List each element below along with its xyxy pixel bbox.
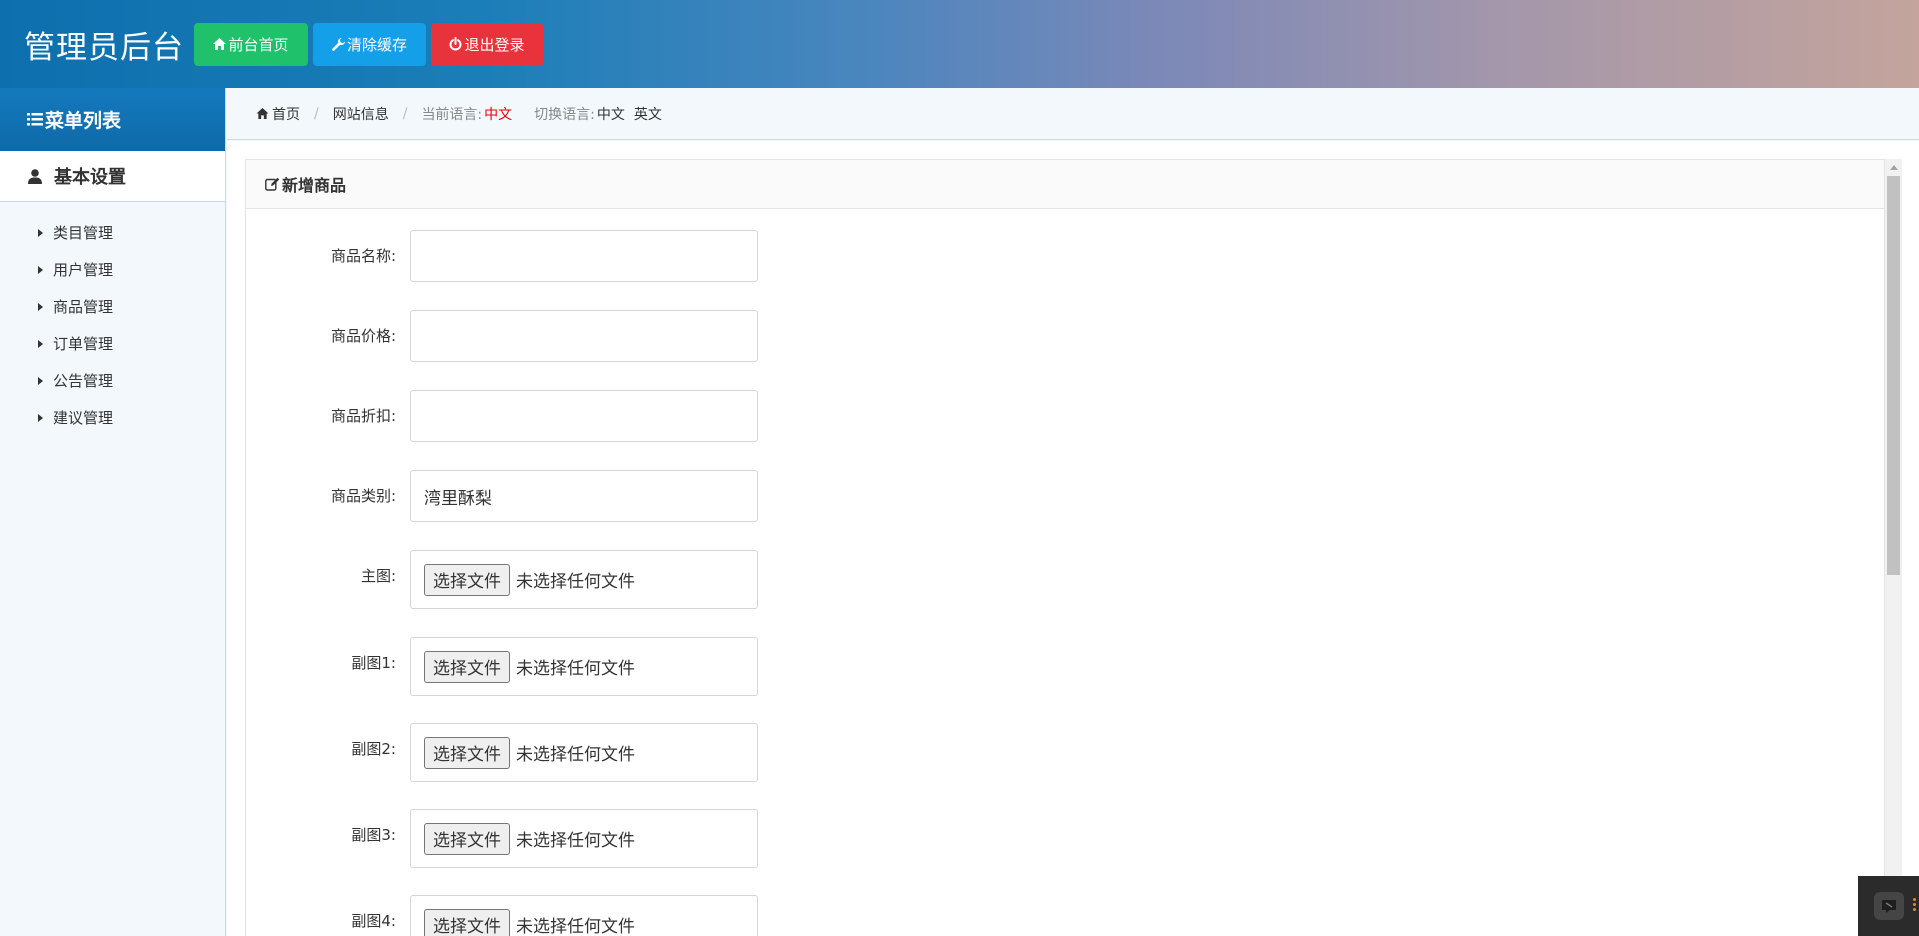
add-product-panel: 新增商品 商品名称: 商品价格: 商品折扣: 商品类别: 主图: 选择文件 未选…: [245, 159, 1885, 936]
product-discount-input[interactable]: [411, 391, 757, 441]
product-name-input[interactable]: [411, 231, 757, 281]
frontend-home-button[interactable]: 前台首页: [194, 22, 308, 66]
caret-right-icon: [38, 302, 43, 311]
sidebar-item-label: 类目管理: [53, 224, 114, 242]
switch-language-en[interactable]: 英文: [634, 104, 662, 124]
product-price-input[interactable]: [411, 311, 757, 361]
choose-file-button[interactable]: 选择文件: [424, 563, 510, 596]
clear-cache-label: 清除缓存: [346, 35, 407, 54]
more-dots-icon: [1913, 898, 1916, 913]
product-category-input[interactable]: [411, 471, 757, 521]
sidebar-item-label: 商品管理: [53, 298, 114, 316]
sidebar-item-label: 订单管理: [53, 335, 114, 353]
top-header: 管理员后台 前台首页 清除缓存 退出登录: [0, 0, 1919, 88]
choose-file-button[interactable]: 选择文件: [424, 736, 510, 769]
sub-image-4-file-input: 选择文件 未选择任何文件: [410, 895, 758, 936]
current-language-label: 当前语言:: [421, 106, 483, 123]
product-category-field-wrap: [410, 470, 758, 522]
sidebar-item-products[interactable]: 商品管理: [0, 288, 225, 325]
file-status-text: 未选择任何文件: [516, 831, 635, 851]
breadcrumb: 首页 / 网站信息 / 当前语言: 中文 切换语言: 中文 英文: [227, 88, 1919, 140]
sidebar-group-basic-settings[interactable]: 基本设置: [0, 151, 225, 202]
file-status-text: 未选择任何文件: [516, 572, 635, 592]
scroll-up-arrow-icon[interactable]: [1890, 165, 1898, 170]
main-image-file-input: 选择文件 未选择任何文件: [410, 550, 758, 609]
list-icon: [27, 113, 43, 126]
panel-header: 新增商品: [246, 160, 1884, 209]
sidebar-item-label: 用户管理: [53, 261, 114, 279]
file-status-text: 未选择任何文件: [516, 917, 635, 936]
breadcrumb-site-info[interactable]: 网站信息: [333, 104, 389, 124]
product-name-label: 商品名称:: [330, 247, 396, 265]
sub-image-3-file-input: 选择文件 未选择任何文件: [410, 809, 758, 868]
sidebar-group-label: 基本设置: [54, 167, 126, 188]
clear-cache-button[interactable]: 清除缓存: [313, 22, 426, 66]
sidebar: 菜单列表 基本设置 类目管理 用户管理 商品管理 订单管理 公告管理 建议管理: [0, 88, 226, 936]
choose-file-button[interactable]: 选择文件: [424, 908, 510, 936]
logout-label: 退出登录: [464, 35, 525, 54]
app-title: 管理员后台: [24, 29, 184, 66]
choose-file-button[interactable]: 选择文件: [424, 650, 510, 683]
sidebar-item-orders[interactable]: 订单管理: [0, 325, 225, 362]
product-category-label: 商品类别:: [330, 487, 396, 505]
file-status-text: 未选择任何文件: [516, 745, 635, 765]
home-icon: [213, 38, 227, 50]
sidebar-item-users[interactable]: 用户管理: [0, 251, 225, 288]
product-price-field-wrap: [410, 310, 758, 362]
edit-icon: [265, 177, 280, 191]
sub-image-2-label: 副图2:: [351, 740, 396, 758]
breadcrumb-home-label: 首页: [272, 106, 300, 123]
file-status-text: 未选择任何文件: [516, 659, 635, 679]
sidebar-item-label: 公告管理: [53, 372, 114, 390]
main-image-label: 主图:: [360, 567, 396, 585]
sidebar-item-category[interactable]: 类目管理: [0, 214, 225, 251]
content-scrollbar[interactable]: [1885, 159, 1902, 936]
caret-right-icon: [38, 265, 43, 274]
switch-language-label: 切换语言:: [534, 106, 595, 123]
sidebar-item-announcements[interactable]: 公告管理: [0, 362, 225, 399]
logout-button[interactable]: 退出登录: [431, 22, 543, 66]
choose-file-button[interactable]: 选择文件: [424, 822, 510, 855]
product-price-label: 商品价格:: [330, 327, 396, 345]
product-discount-field-wrap: [410, 390, 758, 442]
caret-right-icon: [38, 228, 43, 237]
caret-right-icon: [38, 376, 43, 385]
breadcrumb-separator: /: [402, 105, 408, 122]
sub-image-3-label: 副图3:: [351, 826, 396, 844]
sub-image-1-label: 副图1:: [351, 654, 396, 672]
panel-title: 新增商品: [282, 176, 347, 195]
widget-app-icon: [1873, 892, 1904, 920]
product-discount-label: 商品折扣:: [330, 407, 396, 425]
sidebar-menu-title: 菜单列表: [0, 88, 225, 151]
breadcrumb-home-link[interactable]: 首页: [256, 104, 300, 124]
sub-image-4-label: 副图4:: [351, 912, 396, 930]
floating-widget[interactable]: [1858, 876, 1919, 936]
caret-right-icon: [38, 339, 43, 348]
breadcrumb-separator: /: [314, 105, 319, 122]
power-icon: [449, 37, 462, 51]
scrollbar-thumb[interactable]: [1887, 176, 1900, 575]
user-icon: [28, 168, 42, 184]
sidebar-menu-title-label: 菜单列表: [45, 110, 122, 132]
current-language-value: 中文: [484, 106, 513, 123]
switch-language-zh[interactable]: 中文: [597, 104, 625, 124]
sidebar-item-suggestions[interactable]: 建议管理: [0, 399, 225, 436]
sub-image-1-file-input: 选择文件 未选择任何文件: [410, 637, 758, 696]
frontend-home-label: 前台首页: [228, 35, 289, 54]
caret-right-icon: [38, 413, 43, 422]
home-icon: [256, 108, 269, 119]
wrench-icon: [332, 37, 345, 51]
sidebar-item-label: 建议管理: [53, 409, 114, 427]
product-name-field-wrap: [410, 230, 758, 282]
sidebar-menu-list: 类目管理 用户管理 商品管理 订单管理 公告管理 建议管理: [0, 202, 225, 436]
sub-image-2-file-input: 选择文件 未选择任何文件: [410, 723, 758, 782]
